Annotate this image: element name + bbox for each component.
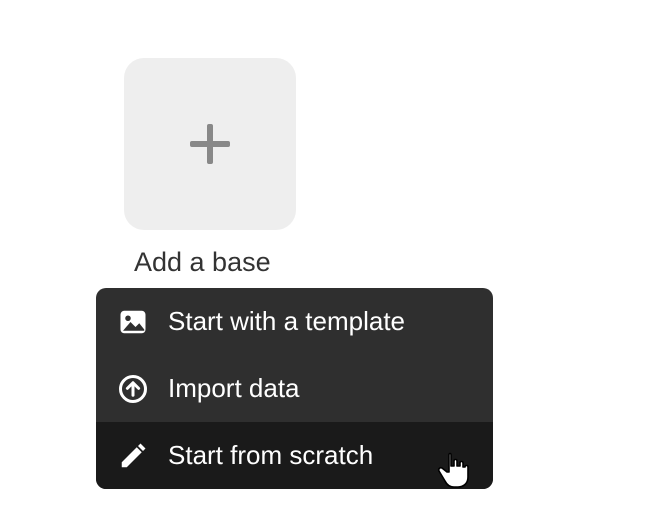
- add-base-menu: Start with a template Import data Start …: [96, 288, 493, 489]
- menu-item-label: Start with a template: [168, 306, 405, 337]
- add-base-tile[interactable]: [124, 58, 296, 230]
- pencil-icon: [118, 441, 148, 471]
- menu-item-scratch[interactable]: Start from scratch: [96, 422, 493, 489]
- menu-item-template[interactable]: Start with a template: [96, 288, 493, 355]
- image-icon: [118, 307, 148, 337]
- plus-icon: [186, 120, 234, 168]
- add-base-label: Add a base: [134, 247, 271, 278]
- menu-item-import[interactable]: Import data: [96, 355, 493, 422]
- menu-item-label: Start from scratch: [168, 440, 373, 471]
- menu-item-label: Import data: [168, 373, 300, 404]
- upload-circle-icon: [118, 374, 148, 404]
